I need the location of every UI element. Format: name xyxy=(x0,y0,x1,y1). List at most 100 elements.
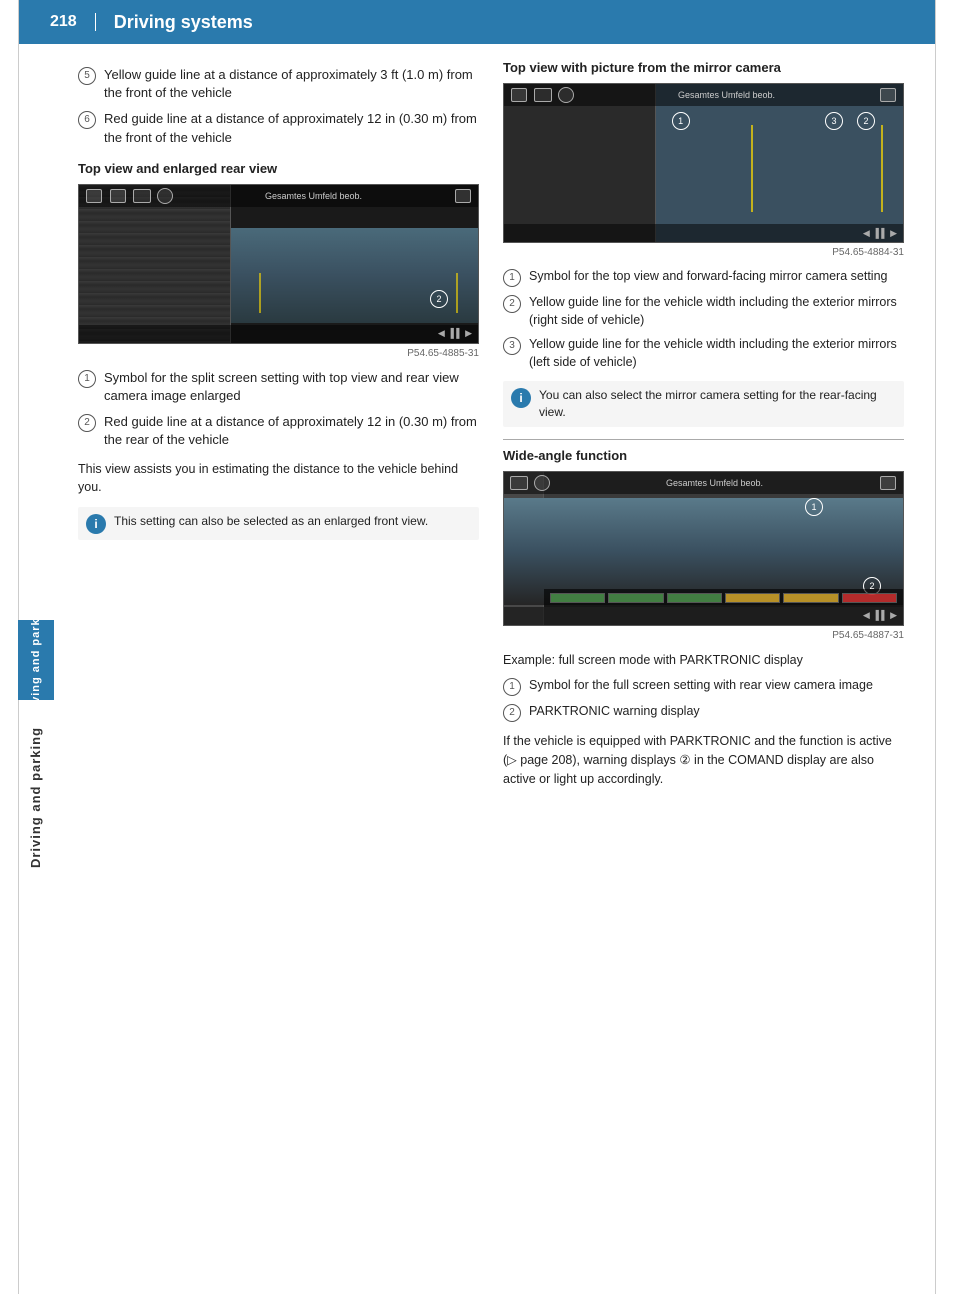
park-seg-4 xyxy=(725,593,780,603)
num-circle-3-right: 3 xyxy=(503,337,521,355)
cam-bottom-icon: ◀ ▐ ▌ ▶ xyxy=(438,328,472,339)
cam-circle-icon-w xyxy=(534,475,550,491)
right-column: Top view with picture from the mirror ca… xyxy=(503,60,904,797)
cam-circle-icon xyxy=(157,188,173,204)
wide-num-2: 2 xyxy=(503,704,521,722)
num-circle-1-right: 1 xyxy=(503,269,521,287)
bullet-text-1-left: Symbol for the split screen setting with… xyxy=(104,369,479,405)
park-seg-2 xyxy=(608,593,663,603)
section1-bullets-left: 1 Symbol for the split screen setting wi… xyxy=(78,369,479,450)
info-text-right-1: You can also select the mirror camera se… xyxy=(539,387,896,421)
img-caption-wide: P54.65-4887-31 xyxy=(503,630,904,641)
cam-nav-btn-right xyxy=(455,189,471,203)
cam-top-bar-right: Gesamtes Umfeld beob. xyxy=(504,84,903,106)
bullet-text-6: Red guide line at a distance of approxim… xyxy=(104,110,479,146)
left-column: 5 Yellow guide line at a distance of app… xyxy=(78,60,479,797)
section-heading-right-1: Top view with picture from the mirror ca… xyxy=(503,60,904,75)
side-label-container: Driving and parking xyxy=(18,300,54,1294)
cam-nav-btn-2 xyxy=(110,189,126,203)
park-seg-5 xyxy=(783,593,838,603)
info-icon-left: i xyxy=(86,514,106,534)
info-note-left: i This setting can also be selected as a… xyxy=(78,507,479,540)
side-label-text: Driving and parking xyxy=(29,726,44,867)
page-border-right xyxy=(935,0,936,1294)
section1-para: This view assists you in estimating the … xyxy=(78,460,479,498)
cam-top-bar: Gesamtes Umfeld beob. xyxy=(79,185,478,207)
info-text-left: This setting can also be selected as an … xyxy=(114,513,471,530)
wide-num-1: 1 xyxy=(503,678,521,696)
bullet-item-6: 6 Red guide line at a distance of approx… xyxy=(78,110,479,146)
wide-text-2: PARKTRONIC warning display xyxy=(529,703,700,721)
header-bar: 218 Driving systems xyxy=(18,0,936,44)
bullet-text-5: Yellow guide line at a distance of appro… xyxy=(104,66,479,102)
cam-circle-icon-r xyxy=(558,87,574,103)
cam-road-lines xyxy=(259,273,459,313)
bullet-text-2-left: Red guide line at a distance of approxim… xyxy=(104,413,479,449)
page-title: Driving systems xyxy=(114,12,253,33)
num-item-3-right: 3 Yellow guide line for the vehicle widt… xyxy=(503,336,904,371)
cam-label-w: Gesamtes Umfeld beob. xyxy=(556,478,873,488)
section-divider xyxy=(503,439,904,440)
bullet-item-1-left: 1 Symbol for the split screen setting wi… xyxy=(78,369,479,405)
camera-image-left-1: Gesamtes Umfeld beob. 2 ◀ ▐ ▌ ▶ xyxy=(78,184,479,344)
cam-nav-btn-3 xyxy=(133,189,151,203)
side-label-blue: Driving and parking xyxy=(18,620,54,700)
cam-num-1-right: 1 xyxy=(672,112,690,130)
bullet-circle-5: 5 xyxy=(78,67,96,85)
info-note-right-1: i You can also select the mirror camera … xyxy=(503,381,904,427)
main-content: 5 Yellow guide line at a distance of app… xyxy=(18,44,936,813)
section-heading-left-1: Top view and enlarged rear view xyxy=(78,161,479,176)
cam-bottom-bar-right: ◀ ▐ ▌ ▶ xyxy=(504,224,903,242)
num-text-1-right: Symbol for the top view and forward-faci… xyxy=(529,268,887,286)
camera-image-wide: Gesamtes Umfeld beob. 1 2 ◀ ▐ ▌ ▶ xyxy=(503,471,904,626)
park-seg-1 xyxy=(550,593,605,603)
num-item-1-right: 1 Symbol for the top view and forward-fa… xyxy=(503,268,904,287)
cam-num-3-right: 3 xyxy=(825,112,843,130)
cam-nav-w1 xyxy=(510,476,528,490)
top-bullets: 5 Yellow guide line at a distance of app… xyxy=(78,66,479,147)
section1-bullets-right: 1 Symbol for the top view and forward-fa… xyxy=(503,268,904,371)
cam-bottom-icon-r: ◀ ▐ ▌ ▶ xyxy=(863,228,897,239)
section2-para: If the vehicle is equipped with PARKTRON… xyxy=(503,732,904,788)
cam-nav-w2 xyxy=(880,476,896,490)
guideline-yellow-left xyxy=(751,125,753,212)
cam-num-1-wide: 1 xyxy=(805,498,823,516)
section-heading-right-2: Wide-angle function xyxy=(503,448,904,463)
bullet-circle-1-left: 1 xyxy=(78,370,96,388)
cam-label-r: Gesamtes Umfeld beob. xyxy=(580,90,873,100)
num-text-2-right: Yellow guide line for the vehicle width … xyxy=(529,294,904,329)
cam-mirror-left xyxy=(504,84,656,242)
cam-bottom-bar: ◀ ▐ ▌ ▶ xyxy=(79,325,478,343)
parktronic-bar xyxy=(544,589,903,607)
wide-bullets: 1 Symbol for the full screen setting wit… xyxy=(503,677,904,722)
cam-overlay-text: Gesamtes Umfeld beob. xyxy=(179,191,448,201)
cam-mirror-right xyxy=(656,84,903,242)
cam-top-bar-wide: Gesamtes Umfeld beob. xyxy=(504,472,903,494)
num-item-2-right: 2 Yellow guide line for the vehicle widt… xyxy=(503,294,904,329)
camera-image-right-1: Gesamtes Umfeld beob. 2 3 1 ◀ ▐ ▌ ▶ xyxy=(503,83,904,243)
example-text: Example: full screen mode with PARKTRONI… xyxy=(503,651,904,670)
cam-nav-btn-1 xyxy=(86,189,102,203)
bullet-item-2-left: 2 Red guide line at a distance of approx… xyxy=(78,413,479,449)
wide-text-1: Symbol for the full screen setting with … xyxy=(529,677,873,695)
cam-num-2-right-1: 2 xyxy=(857,112,875,130)
cam-nav-btn-r1 xyxy=(511,88,527,102)
cam-split-left xyxy=(79,185,231,343)
wide-bullet-1: 1 Symbol for the full screen setting wit… xyxy=(503,677,904,696)
cam-num-2-left: 2 xyxy=(430,290,448,308)
cam-nav-btn-r3 xyxy=(880,88,896,102)
img-caption-right-1: P54.65-4884-31 xyxy=(503,247,904,258)
bullet-circle-2-left: 2 xyxy=(78,414,96,432)
page-number: 218 xyxy=(50,13,96,31)
side-label-blue-text: Driving and parking xyxy=(30,599,42,721)
wide-bullet-2: 2 PARKTRONIC warning display xyxy=(503,703,904,722)
cam-bottom-icon-w: ◀ ▐ ▌ ▶ xyxy=(863,610,897,621)
park-seg-3 xyxy=(667,593,722,603)
info-icon-right-1: i xyxy=(511,388,531,408)
bullet-circle-6: 6 xyxy=(78,111,96,129)
cam-bottom-bar-wide: ◀ ▐ ▌ ▶ xyxy=(504,607,903,625)
num-circle-2-right: 2 xyxy=(503,295,521,313)
img-caption-left-1: P54.65-4885-31 xyxy=(78,348,479,359)
bullet-item-5: 5 Yellow guide line at a distance of app… xyxy=(78,66,479,102)
num-text-3-right: Yellow guide line for the vehicle width … xyxy=(529,336,904,371)
